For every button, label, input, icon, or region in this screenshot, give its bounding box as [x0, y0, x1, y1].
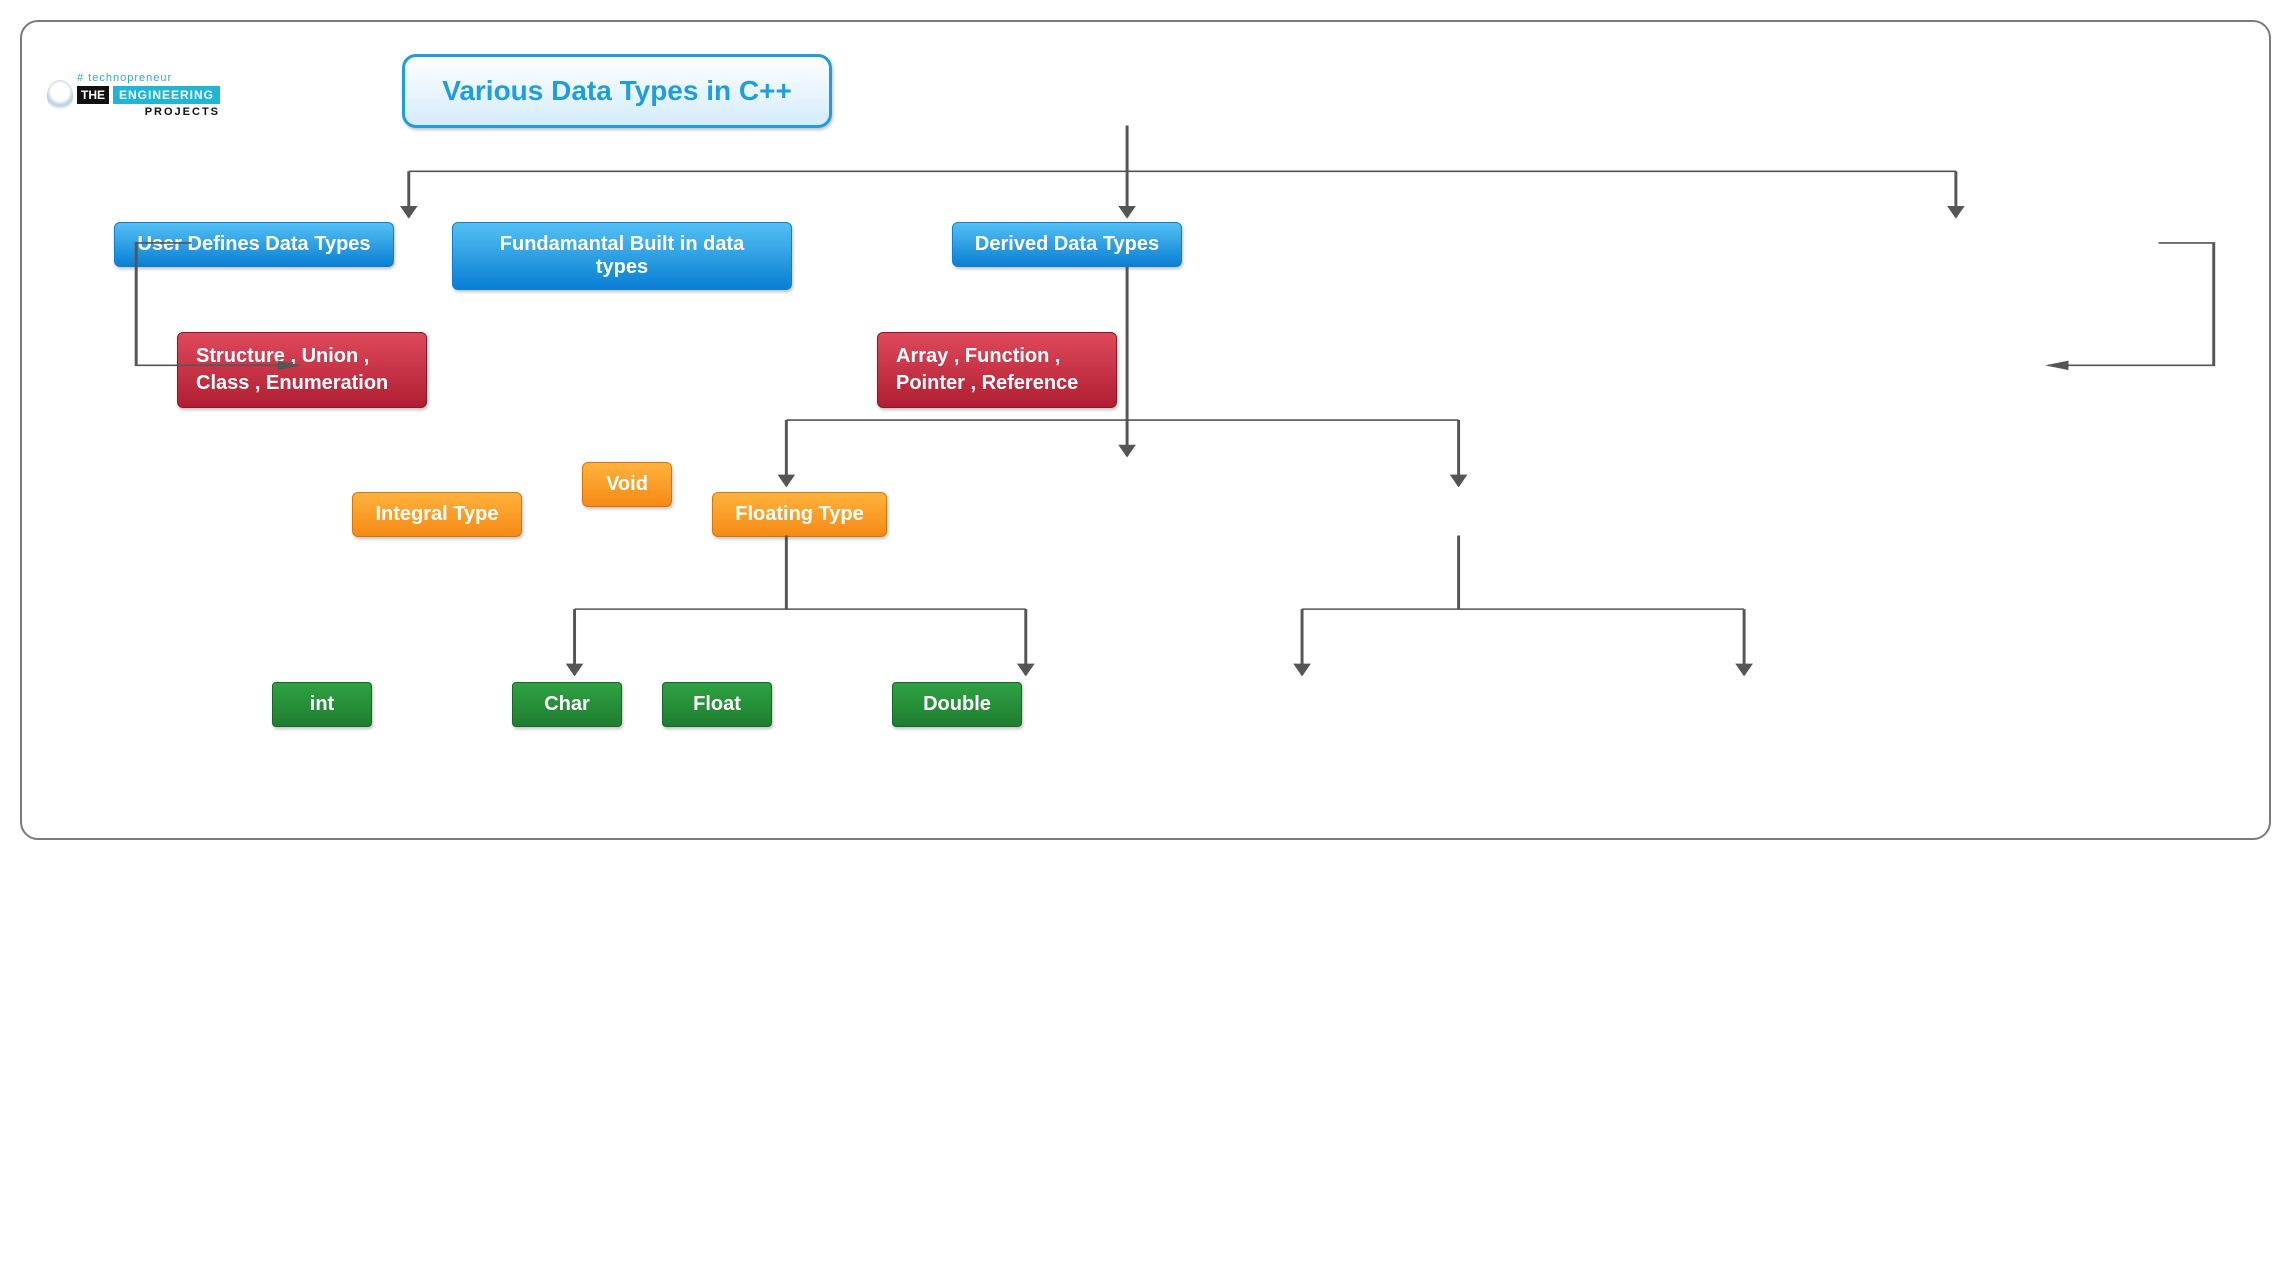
derived-line1: Array , Function , [896, 343, 1078, 370]
logo-projects: PROJECTS [77, 106, 220, 118]
node-fundamental: Fundamantal Built in data types [452, 222, 792, 290]
node-integral: Integral Type [352, 492, 522, 537]
label-int: int [310, 693, 334, 716]
logo-the: THE [77, 86, 109, 104]
root-node: Various Data Types in C++ [402, 54, 832, 128]
logo-engineering: ENGINEERING [113, 86, 220, 104]
logo-hashtag: # technopreneur [77, 72, 220, 84]
label-double: Double [923, 693, 991, 716]
node-derived-detail: Array , Function , Pointer , Reference [877, 332, 1117, 408]
node-user-defines: User Defines Data Types [114, 222, 394, 267]
root-title: Various Data Types in C++ [442, 75, 792, 107]
node-derived: Derived Data Types [952, 222, 1182, 267]
label-user-defines: User Defines Data Types [137, 233, 370, 256]
node-user-defines-detail: Structure , Union , Class , Enumeration [177, 332, 427, 408]
label-derived: Derived Data Types [975, 233, 1159, 256]
brand-logo: # technopreneur THE ENGINEERING PROJECTS [77, 72, 220, 118]
robot-icon [47, 80, 73, 110]
user-defines-line1: Structure , Union , [196, 343, 388, 370]
label-fundamental: Fundamantal Built in data types [471, 233, 773, 279]
diagram-frame: # technopreneur THE ENGINEERING PROJECTS… [20, 20, 2271, 840]
label-void: Void [606, 473, 648, 496]
node-double: Double [892, 682, 1022, 727]
label-float: Float [693, 693, 741, 716]
user-defines-line2: Class , Enumeration [196, 370, 388, 397]
node-float: Float [662, 682, 772, 727]
label-integral: Integral Type [376, 503, 499, 526]
node-int: int [272, 682, 372, 727]
label-char: Char [544, 693, 590, 716]
label-floating: Floating Type [735, 503, 864, 526]
node-void: Void [582, 462, 672, 507]
derived-line2: Pointer , Reference [896, 370, 1078, 397]
node-char: Char [512, 682, 622, 727]
node-floating: Floating Type [712, 492, 887, 537]
